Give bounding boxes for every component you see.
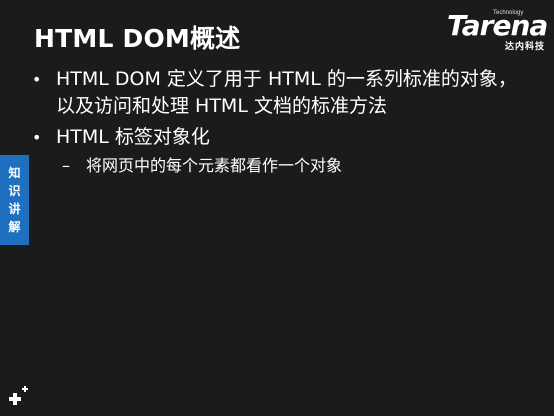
logo-tagline: Technology — [493, 10, 524, 16]
sub-bullet-dash-icon: – — [62, 156, 70, 175]
bullet-item-2: • HTML 标签对象化 — [30, 124, 520, 151]
knowledge-explanation-tab: 知 识 讲 解 — [0, 155, 29, 245]
bullet-dot-icon: • — [32, 70, 42, 89]
side-tab-char: 知 — [8, 166, 21, 180]
plus-cluster-icon — [9, 386, 28, 405]
tarena-logo: Tarena Technology 达内科技 — [447, 8, 548, 54]
bullet-dot-icon: • — [32, 128, 42, 147]
sub-bullet-item: – 将网页中的每个元素都看作一个对象 — [30, 155, 520, 177]
logo-chinese-name: 达内科技 — [504, 42, 545, 52]
side-tab-char: 讲 — [8, 202, 21, 216]
bullet-text-line: HTML DOM 定义了用于 HTML 的一系列标准的对象， — [56, 68, 517, 90]
side-tab-char: 解 — [8, 220, 21, 234]
slide-content: • HTML DOM 定义了用于 HTML 的一系列标准的对象， 以及访问和处理… — [30, 66, 520, 177]
bullet-text-line: 以及访问和处理 HTML 文档的标准方法 — [56, 95, 387, 117]
bullet-text: HTML 标签对象化 — [56, 126, 210, 148]
slide-title: HTML DOM概述 — [34, 24, 241, 53]
sub-bullet-text: 将网页中的每个元素都看作一个对象 — [86, 156, 343, 175]
bullet-item-1: • HTML DOM 定义了用于 HTML 的一系列标准的对象， 以及访问和处理… — [30, 66, 520, 120]
side-tab-char: 识 — [8, 184, 21, 198]
